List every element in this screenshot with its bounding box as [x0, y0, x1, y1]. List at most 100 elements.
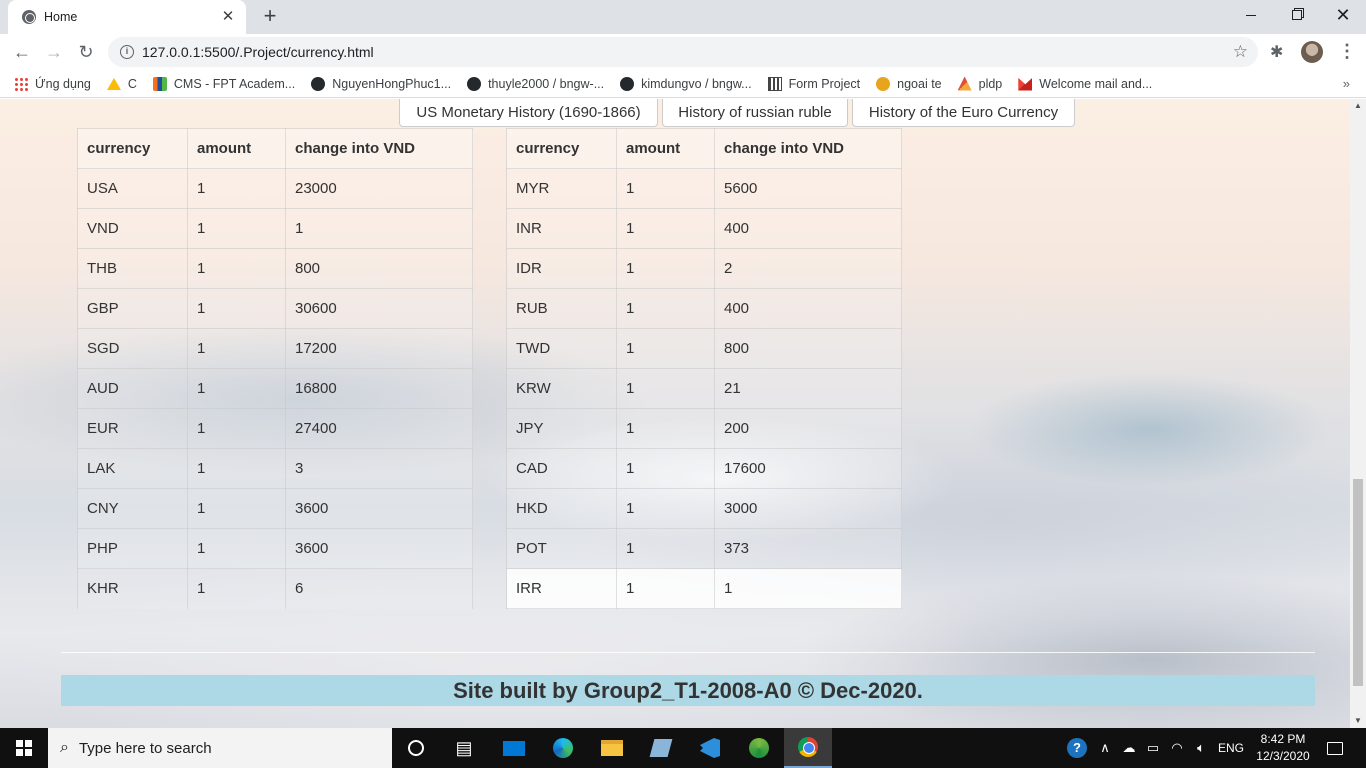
task-view-button[interactable]: ▤	[440, 728, 488, 768]
amount-cell: 1	[187, 448, 286, 489]
table-row: RUB 1 400	[506, 288, 902, 329]
windows-taskbar: ⌕ Type here to search ▤ ? ∧ ☁ ▭ ◠ 🔈︎ ENG…	[0, 728, 1366, 768]
bookmark-github-1[interactable]: NguyenHongPhuc1...	[311, 76, 451, 91]
currency-cell: USA	[77, 168, 188, 209]
vnd-value-cell: 3600	[285, 528, 473, 569]
search-icon: ⌕	[60, 739, 69, 756]
profile-avatar[interactable]	[1301, 41, 1323, 63]
table-row: TWD 1 800	[506, 328, 902, 369]
browser-tab-home[interactable]: Home ✕	[8, 0, 246, 34]
minimize-button[interactable]	[1228, 0, 1274, 30]
bookmark-ngoai-te[interactable]: ngoai te	[876, 76, 942, 91]
vnd-value-cell: 373	[714, 528, 902, 569]
info-icon[interactable]: i	[120, 45, 134, 59]
currency-cell: AUD	[77, 368, 188, 409]
page-scrollbar[interactable]: ▲ ▼	[1350, 99, 1366, 728]
battery-tray-button[interactable]: ▭	[1143, 728, 1163, 768]
vnd-value-cell: 800	[714, 328, 902, 369]
euro-currency-history-button[interactable]: History of the Euro Currency	[852, 99, 1075, 127]
forward-button[interactable]: →	[40, 38, 68, 66]
folder-icon	[601, 740, 623, 756]
action-center-button[interactable]	[1322, 728, 1348, 768]
google-drive-icon	[106, 77, 121, 90]
cortana-icon	[408, 740, 424, 756]
bookmark-github-2[interactable]: thuyle2000 / bngw-...	[467, 76, 604, 91]
bookmark-star-icon[interactable]: ☆	[1233, 42, 1248, 62]
bookmark-github-3[interactable]: kimdungvo / bngw...	[620, 76, 752, 91]
vscode-app-button[interactable]	[686, 728, 734, 768]
vnd-value-cell: 5600	[714, 168, 902, 209]
onedrive-tray-button[interactable]: ☁	[1118, 728, 1140, 768]
file-explorer-button[interactable]	[588, 728, 636, 768]
extensions-icon[interactable]: ✱	[1270, 42, 1283, 62]
site-footer: Site built by Group2_T1-2008-A0 © Dec-20…	[61, 675, 1315, 706]
chevron-right-icon[interactable]: »	[1343, 76, 1350, 91]
clock-date: 12/3/2020	[1256, 749, 1310, 763]
network-tray-button[interactable]: ◠	[1166, 728, 1188, 768]
amount-cell: 1	[187, 528, 286, 569]
table-row: IDR 1 2	[506, 248, 902, 289]
vnd-value-cell: 30600	[285, 288, 473, 329]
help-tray-button[interactable]: ?	[1066, 728, 1088, 768]
speaker-icon: 🔈︎	[1197, 740, 1205, 755]
show-hidden-icons-button[interactable]: ∧	[1096, 728, 1114, 768]
bookmark-c[interactable]: C	[106, 76, 137, 91]
input-language-button[interactable]: ENG	[1216, 728, 1246, 768]
volume-tray-button[interactable]: 🔈︎	[1190, 728, 1212, 768]
taskbar-search-box[interactable]: ⌕ Type here to search	[48, 728, 392, 768]
amount-cell: 1	[616, 488, 715, 529]
scroll-down-arrow-icon[interactable]: ▼	[1350, 714, 1366, 728]
bookmark-gmail[interactable]: Welcome mail and...	[1018, 77, 1152, 91]
battery-icon: ▭	[1146, 740, 1160, 755]
currency-cell: IDR	[506, 248, 617, 289]
bookmark-apps[interactable]: Ứng dụng	[14, 76, 91, 91]
menu-dots-icon[interactable]: ⋮	[1338, 40, 1356, 62]
edge-app-button[interactable]	[539, 728, 587, 768]
vnd-value-cell: 17200	[285, 328, 473, 369]
mail-app-button[interactable]	[490, 728, 538, 768]
close-window-button[interactable]: ✕	[1320, 0, 1366, 30]
notes-app-button[interactable]	[637, 728, 685, 768]
bookmark-label: C	[127, 76, 137, 91]
coccoc-icon	[749, 738, 769, 758]
us-monetary-history-button[interactable]: US Monetary History (1690-1866)	[399, 99, 658, 127]
table-row: EUR 1 27400	[77, 408, 473, 449]
chrome-app-button[interactable]	[784, 728, 832, 768]
close-tab-icon[interactable]: ✕	[220, 9, 236, 25]
coccoc-app-button[interactable]	[735, 728, 783, 768]
vnd-value-cell: 3600	[285, 488, 473, 529]
column-header-vnd: change into VND	[285, 128, 473, 169]
table-row: GBP 1 30600	[77, 288, 473, 329]
taskbar-clock[interactable]: 8:42 PM 12/3/2020	[1252, 731, 1314, 765]
address-bar[interactable]: i 127.0.0.1:5500/.Project/currency.html …	[108, 37, 1258, 67]
vnd-value-cell: 1	[285, 208, 473, 249]
bookmark-pldp[interactable]: pldp	[957, 76, 1002, 91]
table-row: INR 1 400	[506, 208, 902, 249]
table-row: CNY 1 3600	[77, 488, 473, 529]
currency-cell: POT	[506, 528, 617, 569]
vnd-value-cell: 3000	[714, 488, 902, 529]
russian-ruble-history-button[interactable]: History of russian ruble	[662, 99, 848, 127]
currency-cell: HKD	[506, 488, 617, 529]
bookmark-label: Form Project	[788, 76, 861, 91]
currency-cell: THB	[77, 248, 188, 289]
currency-cell: VND	[77, 208, 188, 249]
amount-cell: 1	[187, 368, 286, 409]
table-row: THB 1 800	[77, 248, 473, 289]
start-button[interactable]	[0, 728, 48, 768]
scroll-thumb[interactable]	[1353, 479, 1363, 686]
windows-logo-icon	[16, 740, 32, 756]
footer-divider	[61, 652, 1315, 653]
scroll-up-arrow-icon[interactable]: ▲	[1350, 99, 1366, 113]
new-tab-button[interactable]: +	[258, 5, 282, 29]
reload-button[interactable]: ↻	[72, 38, 100, 66]
url-text: 127.0.0.1:5500/.Project/currency.html	[142, 44, 374, 60]
vnd-value-cell: 2	[714, 248, 902, 289]
bookmark-form-project[interactable]: Form Project	[767, 76, 861, 91]
bookmark-cms-fpt[interactable]: CMS - FPT Academ...	[152, 76, 296, 91]
cortana-button[interactable]	[392, 728, 440, 768]
bookmark-label: CMS - FPT Academ...	[173, 76, 296, 91]
bookmark-label: kimdungvo / bngw...	[641, 76, 752, 91]
back-button[interactable]: ←	[8, 38, 36, 66]
restore-button[interactable]	[1274, 0, 1320, 30]
